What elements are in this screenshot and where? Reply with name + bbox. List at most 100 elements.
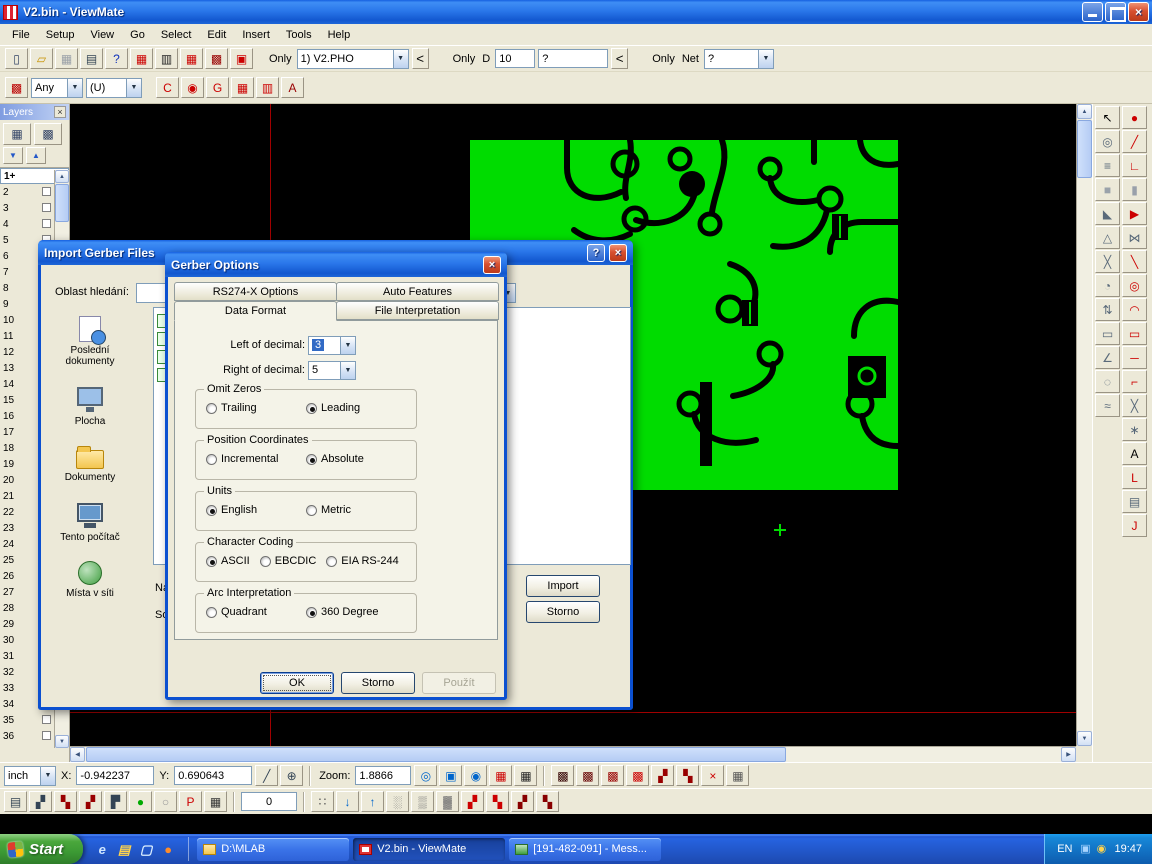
draw-circle-button[interactable]: ◎ bbox=[1122, 274, 1147, 297]
ok-button[interactable]: OK bbox=[260, 672, 334, 694]
radio-360-degree[interactable]: 360 Degree bbox=[306, 606, 379, 618]
taskbar-task-d-mlab[interactable]: D:\MLAB bbox=[197, 838, 349, 861]
right-of-decimal-combo[interactable]: 5 ▼ bbox=[308, 361, 356, 380]
open-file-button[interactable]: ▱ bbox=[30, 48, 53, 69]
dcode-field[interactable]: 10 bbox=[495, 49, 535, 68]
vertical-scroll-thumb[interactable] bbox=[1077, 120, 1092, 178]
layers-scroll-thumb[interactable] bbox=[55, 184, 69, 222]
close-button[interactable]: × bbox=[1128, 2, 1149, 22]
zoom-field[interactable]: 1.8866 bbox=[355, 766, 411, 785]
zoom-point-button[interactable]: ◎ bbox=[414, 765, 437, 786]
frame-box-button[interactable]: ▣ bbox=[230, 48, 253, 69]
highlight-circle-button[interactable]: ◌ bbox=[1095, 370, 1120, 393]
filter3-button[interactable]: ▚ bbox=[54, 791, 77, 812]
vertical-scrollbar[interactable]: ▲ ▼ bbox=[1076, 104, 1092, 746]
radio-leading[interactable]: Leading bbox=[306, 402, 360, 414]
radio-quadrant[interactable]: Quadrant bbox=[206, 606, 296, 618]
layer-list-button[interactable]: ▦ bbox=[3, 123, 31, 145]
flash-pads-button[interactable]: ◉ bbox=[181, 77, 204, 98]
dcode-query-field[interactable]: ? bbox=[538, 49, 608, 68]
clock[interactable]: 19:47 bbox=[1114, 843, 1142, 855]
filter1-button[interactable]: ▤ bbox=[4, 791, 27, 812]
place-dokumenty[interactable]: Dokumenty bbox=[46, 440, 134, 483]
chevron-down-icon[interactable]: ▼ bbox=[340, 337, 355, 354]
tab-rs274-x-options[interactable]: RS274-X Options bbox=[174, 282, 337, 301]
y-coordinate-field[interactable]: 0.690643 bbox=[174, 766, 252, 785]
pad-rows-button[interactable]: ▥ bbox=[256, 77, 279, 98]
horizontal-scrollbar[interactable]: ◀ ▶ bbox=[70, 746, 1076, 762]
chevron-down-icon[interactable]: ▼ bbox=[40, 767, 55, 785]
dot-grid-button[interactable]: ∷ bbox=[311, 791, 334, 812]
scroll-up-icon[interactable]: ▲ bbox=[1077, 104, 1092, 119]
star-tool-button[interactable]: ∗ bbox=[1122, 418, 1147, 441]
network-tray-button[interactable]: ▣ bbox=[1078, 842, 1092, 856]
traffic-light-button[interactable]: ● bbox=[129, 791, 152, 812]
volume-tray-button[interactable]: ◉ bbox=[1094, 842, 1108, 856]
layer-visibility-checkbox[interactable] bbox=[42, 219, 51, 228]
lamp-off-button[interactable]: ○ bbox=[154, 791, 177, 812]
layer-up-button[interactable]: ▲ bbox=[26, 147, 46, 164]
filled-square-button[interactable]: ■ bbox=[1095, 178, 1120, 201]
layer-visibility-checkbox[interactable] bbox=[42, 203, 51, 212]
align-triangle-button[interactable]: △ bbox=[1095, 226, 1120, 249]
flip-button[interactable]: ⋈ bbox=[1122, 226, 1147, 249]
grid-toggle-button[interactable]: ▦ bbox=[726, 765, 749, 786]
view-pads3-button[interactable]: ▩ bbox=[601, 765, 624, 786]
place-m-sta-v-s-ti[interactable]: Místa v síti bbox=[46, 556, 134, 599]
zoom-fit-button[interactable]: ◉ bbox=[464, 765, 487, 786]
measure-line-button[interactable]: ╱ bbox=[255, 765, 278, 786]
stackup-button[interactable]: ≡ bbox=[1095, 154, 1120, 177]
x-coordinate-field[interactable]: -0.942237 bbox=[76, 766, 154, 785]
options-cancel-button[interactable]: Storno bbox=[341, 672, 415, 694]
import-cancel-button[interactable]: Storno bbox=[526, 601, 600, 623]
layer-settings-button[interactable]: ▩ bbox=[34, 123, 62, 145]
scroll-up-icon[interactable]: ▲ bbox=[55, 170, 69, 183]
dither-light-button[interactable]: ░ bbox=[386, 791, 409, 812]
maximize-button[interactable] bbox=[1105, 2, 1126, 22]
scroll-right-icon[interactable]: ▶ bbox=[1061, 747, 1076, 762]
taskbar-task-191-482-091-mess[interactable]: [191-482-091] - Mess... bbox=[509, 838, 661, 861]
menu-setup[interactable]: Setup bbox=[38, 26, 83, 44]
aperture-unit-combo[interactable]: (U) ▼ bbox=[86, 78, 142, 98]
browser-button[interactable]: ● bbox=[159, 840, 177, 858]
dialog-close-button[interactable]: × bbox=[483, 256, 501, 274]
probe-button[interactable]: P bbox=[179, 791, 202, 812]
net-table-button[interactable]: ▩ bbox=[205, 48, 228, 69]
chevron-down-icon[interactable]: ▼ bbox=[758, 50, 773, 68]
unit-combo[interactable]: inch ▼ bbox=[4, 766, 56, 786]
menu-go[interactable]: Go bbox=[122, 26, 153, 44]
folder-quick-button[interactable]: ▤ bbox=[115, 840, 133, 858]
draw-corner-button[interactable]: ⌐ bbox=[1122, 370, 1147, 393]
radio-metric[interactable]: Metric bbox=[306, 504, 351, 516]
view-pads4-button[interactable]: ▩ bbox=[626, 765, 649, 786]
context-help-button[interactable]: ? bbox=[105, 48, 128, 69]
left-of-decimal-combo[interactable]: 3 ▼ bbox=[308, 336, 356, 355]
radio-trailing[interactable]: Trailing bbox=[206, 402, 296, 414]
radio-english[interactable]: English bbox=[206, 504, 296, 516]
angle-button[interactable]: ∠ bbox=[1095, 346, 1120, 369]
swap-button[interactable]: ⇅ bbox=[1095, 298, 1120, 321]
layer-down-button[interactable]: ▼ bbox=[3, 147, 23, 164]
layer-visibility-checkbox[interactable] bbox=[42, 731, 51, 740]
pan-up-button[interactable]: ↑ bbox=[361, 791, 384, 812]
minimize-button[interactable] bbox=[1082, 2, 1103, 22]
aperture-select-button[interactable]: ▩ bbox=[5, 77, 28, 98]
place-posledn-dokumenty[interactable]: Poslední dokumenty bbox=[46, 313, 134, 367]
chevron-down-icon[interactable]: ▼ bbox=[393, 50, 408, 68]
internet-explorer-button[interactable]: e bbox=[93, 840, 111, 858]
cross-probe-button[interactable]: ╳ bbox=[1095, 250, 1120, 273]
scroll-down-icon[interactable]: ▼ bbox=[55, 735, 69, 748]
show-desktop-button[interactable]: ▢ bbox=[137, 840, 155, 858]
place-plocha[interactable]: Plocha bbox=[46, 380, 134, 427]
dcode-table-button[interactable]: ▦ bbox=[130, 48, 153, 69]
layer-visibility-checkbox[interactable] bbox=[42, 187, 51, 196]
layers-panel-caption[interactable]: Layers × bbox=[0, 104, 69, 120]
tab-auto-features[interactable]: Auto Features bbox=[336, 282, 499, 301]
measure-box-button[interactable]: ▭ bbox=[1095, 322, 1120, 345]
dialog-help-button[interactable]: ? bbox=[587, 244, 605, 262]
radio-eia-rs-244[interactable]: EIA RS-244 bbox=[326, 555, 398, 567]
sheet-button[interactable]: ▤ bbox=[1122, 490, 1147, 513]
layer-file-combo[interactable]: 1) V2.PHO ▼ bbox=[297, 49, 409, 69]
new-file-button[interactable]: ▯ bbox=[5, 48, 28, 69]
tab-file-interpretation[interactable]: File Interpretation bbox=[336, 301, 499, 320]
